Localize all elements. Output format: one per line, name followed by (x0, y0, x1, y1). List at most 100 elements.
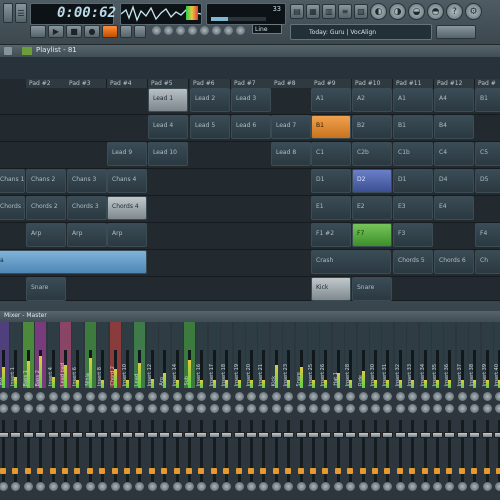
pad-header[interactable]: Pad #10 (352, 79, 393, 88)
route-icon[interactable] (446, 468, 453, 474)
clip-pattern[interactable]: A4 (434, 88, 474, 112)
pan-knob-icon[interactable] (445, 392, 455, 401)
stereo-knob-icon[interactable] (495, 482, 500, 491)
clip-pattern[interactable]: Lead 2 (190, 88, 230, 112)
clip-pattern[interactable]: Chords 6 (434, 250, 474, 274)
stereo-knob-icon[interactable] (309, 482, 318, 491)
pan-knob-icon[interactable] (383, 392, 393, 401)
pan-knob-icon[interactable] (271, 392, 281, 401)
stereo-knob-icon[interactable] (408, 482, 418, 491)
clip-audio[interactable]: a (0, 250, 147, 274)
tool-icon[interactable] (22, 47, 32, 55)
pan-knob-icon[interactable] (383, 404, 393, 413)
pan-knob-icon[interactable] (271, 404, 281, 413)
mixer-icon[interactable]: ≡ (338, 4, 352, 19)
route-icon[interactable] (260, 468, 267, 474)
mixer-track[interactable]: Hat 1 (332, 322, 344, 500)
pan-knob-icon[interactable] (209, 392, 219, 401)
pan-knob-icon[interactable] (147, 404, 157, 413)
clip-pattern[interactable]: F7 (352, 223, 392, 247)
volume-fader[interactable] (171, 432, 183, 438)
clip-pattern[interactable]: D4 (434, 169, 474, 193)
pan-knob-icon[interactable] (247, 392, 256, 401)
mixer-track[interactable]: Insert 4 (47, 322, 59, 500)
hint-bar[interactable]: Today: Guru | VocAlign (290, 24, 432, 40)
pan-knob-icon[interactable] (73, 404, 83, 413)
pan-knob-icon[interactable] (408, 392, 418, 401)
pan-knob-icon[interactable] (234, 392, 244, 401)
pan-knob-icon[interactable] (259, 404, 269, 413)
pan-knob-icon[interactable] (11, 404, 21, 413)
stereo-knob-icon[interactable] (358, 482, 368, 491)
pan-knob-icon[interactable] (36, 404, 46, 413)
route-icon[interactable] (248, 468, 254, 474)
stereo-knob-icon[interactable] (61, 482, 70, 491)
clip-pattern[interactable]: Lead 9 (107, 142, 147, 166)
volume-fader[interactable] (196, 432, 208, 438)
pan-knob-icon[interactable] (85, 404, 95, 413)
mixer-track[interactable]: Insert 20 (245, 322, 257, 500)
stereo-knob-icon[interactable] (321, 482, 331, 491)
mixer-track[interactable]: Insert 12 (146, 322, 158, 500)
pan-knob-icon[interactable] (495, 392, 500, 401)
mixer-track[interactable]: Insert 40 (493, 322, 500, 500)
stereo-knob-icon[interactable] (98, 482, 108, 491)
track-row[interactable]: Lead 4 Lead 5 Lead 6 Lead 7 B1 B2 B1 B4 (0, 115, 500, 142)
pan-knob-icon[interactable] (333, 392, 343, 401)
stereo-knob-icon[interactable] (346, 482, 356, 491)
route-icon[interactable] (173, 468, 180, 474)
route-icon[interactable] (297, 468, 304, 474)
volume-fader[interactable] (109, 432, 121, 438)
pan-knob-icon[interactable] (309, 392, 318, 401)
volume-fader[interactable] (444, 432, 456, 438)
pad-header[interactable]: Pad #6 (190, 79, 231, 88)
route-icon[interactable] (0, 468, 6, 474)
clip-pattern[interactable]: C4 (434, 142, 474, 166)
volume-fader[interactable] (456, 432, 468, 438)
mixer-track[interactable]: Insert 34 (419, 322, 431, 500)
track-row[interactable]: Lead 1 Lead 2 Lead 3 A1 A2 A1 A4 B1 (0, 88, 500, 115)
pan-knob-icon[interactable] (296, 404, 306, 413)
clip-pattern[interactable]: D2 (352, 169, 392, 193)
clip-pattern[interactable]: Lead 1 (148, 88, 188, 112)
mixer-track[interactable]: Insert 10 (121, 322, 133, 500)
volume-fader[interactable] (97, 432, 109, 438)
pan-knob-icon[interactable] (110, 392, 120, 401)
pan-knob-icon[interactable] (445, 404, 455, 413)
pan-knob-icon[interactable] (333, 404, 343, 413)
clip-pattern[interactable]: Arp (26, 223, 66, 247)
pan-knob-icon[interactable] (457, 404, 467, 413)
volume-fader[interactable] (432, 432, 443, 438)
knob-icon[interactable] (164, 26, 173, 35)
stereo-knob-icon[interactable] (110, 482, 120, 491)
route-icon[interactable] (384, 468, 391, 474)
mixer-track[interactable]: Insert 21 (257, 322, 270, 500)
pan-knob-icon[interactable] (495, 404, 500, 413)
pan-knob-icon[interactable] (482, 392, 492, 401)
pattern-mode-button[interactable] (30, 25, 46, 38)
volume-fader[interactable] (258, 432, 270, 438)
volume-fader[interactable] (419, 432, 431, 438)
mixer-track[interactable]: Insert 35 (431, 322, 443, 500)
route-icon[interactable] (322, 468, 329, 474)
mixer-track[interactable]: Ride (357, 322, 369, 500)
volume-fader[interactable] (270, 432, 282, 438)
route-icon[interactable] (310, 468, 316, 474)
pad-header[interactable]: Pad #2 (26, 79, 67, 88)
clip-pattern[interactable]: Chans 2 (26, 169, 66, 193)
mixer-track[interactable]: Ninja (84, 322, 96, 500)
mixer-track[interactable]: Insert 28 (344, 322, 357, 500)
stereo-knob-icon[interactable] (296, 482, 306, 491)
stereo-knob-icon[interactable] (123, 482, 132, 491)
clip-pattern[interactable]: F1 #2 (311, 223, 351, 247)
browser-icon[interactable]: ▧ (354, 4, 368, 19)
clip-pattern[interactable]: Kick (311, 277, 351, 301)
pan-knob-icon[interactable] (61, 392, 70, 401)
volume-fader[interactable] (221, 432, 233, 438)
route-icon[interactable] (434, 468, 440, 474)
pan-knob-icon[interactable] (420, 404, 430, 413)
pan-knob-icon[interactable] (73, 392, 83, 401)
clip-pattern[interactable]: Arp (67, 223, 107, 247)
pan-knob-icon[interactable] (457, 392, 467, 401)
volume-fader[interactable] (134, 432, 146, 438)
